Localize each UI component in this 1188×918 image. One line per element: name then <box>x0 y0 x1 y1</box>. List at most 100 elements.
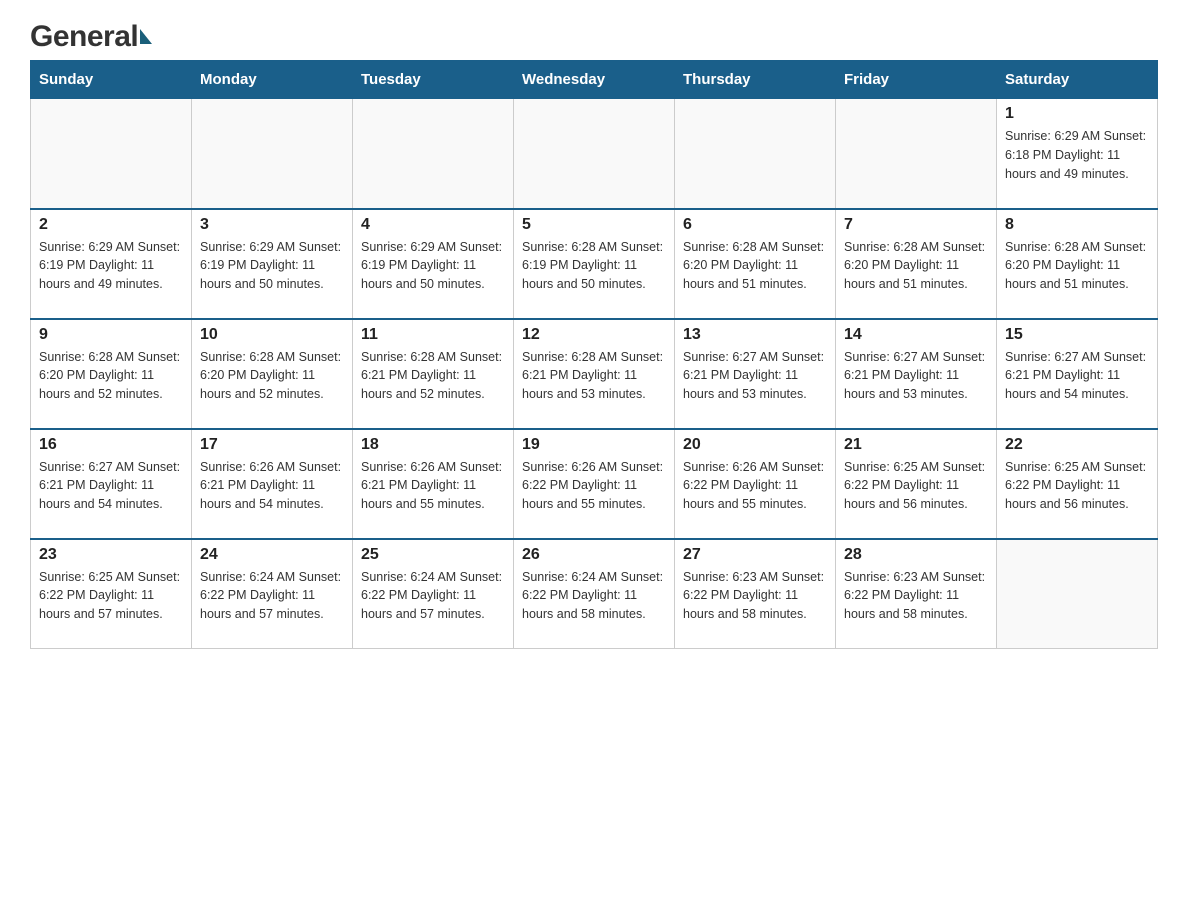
calendar-row: 16 Sunrise: 6:27 AM Sunset: 6:21 PM Dayli… <box>31 429 1158 539</box>
calendar-cell: 1 Sunrise: 6:29 AM Sunset: 6:18 PM Daylig… <box>997 99 1158 209</box>
day-info: Sunrise: 6:24 AM Sunset: 6:22 PM Dayligh… <box>522 568 666 624</box>
day-number: 1 <box>1005 105 1149 123</box>
calendar-row: 1 Sunrise: 6:29 AM Sunset: 6:18 PM Daylig… <box>31 99 1158 209</box>
calendar-cell: 8 Sunrise: 6:28 AM Sunset: 6:20 PM Daylig… <box>997 209 1158 319</box>
day-info: Sunrise: 6:27 AM Sunset: 6:21 PM Dayligh… <box>1005 348 1149 404</box>
calendar-cell: 6 Sunrise: 6:28 AM Sunset: 6:20 PM Daylig… <box>675 209 836 319</box>
day-info: Sunrise: 6:27 AM Sunset: 6:21 PM Dayligh… <box>683 348 827 404</box>
calendar-cell <box>31 99 192 209</box>
calendar-cell: 11 Sunrise: 6:28 AM Sunset: 6:21 PM Dayli… <box>353 319 514 429</box>
calendar-cell <box>997 539 1158 649</box>
day-info: Sunrise: 6:25 AM Sunset: 6:22 PM Dayligh… <box>1005 458 1149 514</box>
calendar-cell: 17 Sunrise: 6:26 AM Sunset: 6:21 PM Dayli… <box>192 429 353 539</box>
day-info: Sunrise: 6:28 AM Sunset: 6:20 PM Dayligh… <box>1005 238 1149 294</box>
day-info: Sunrise: 6:29 AM Sunset: 6:19 PM Dayligh… <box>200 238 344 294</box>
day-number: 20 <box>683 436 827 454</box>
calendar-cell: 27 Sunrise: 6:23 AM Sunset: 6:22 PM Dayli… <box>675 539 836 649</box>
calendar-cell: 21 Sunrise: 6:25 AM Sunset: 6:22 PM Dayli… <box>836 429 997 539</box>
calendar-cell <box>514 99 675 209</box>
calendar-cell: 13 Sunrise: 6:27 AM Sunset: 6:21 PM Dayli… <box>675 319 836 429</box>
day-number: 11 <box>361 326 505 344</box>
calendar-cell <box>192 99 353 209</box>
col-monday: Monday <box>192 61 353 99</box>
day-number: 18 <box>361 436 505 454</box>
calendar-cell: 18 Sunrise: 6:26 AM Sunset: 6:21 PM Dayli… <box>353 429 514 539</box>
calendar-row: 23 Sunrise: 6:25 AM Sunset: 6:22 PM Dayli… <box>31 539 1158 649</box>
calendar-cell <box>675 99 836 209</box>
col-wednesday: Wednesday <box>514 61 675 99</box>
day-number: 27 <box>683 546 827 564</box>
day-info: Sunrise: 6:28 AM Sunset: 6:20 PM Dayligh… <box>683 238 827 294</box>
day-info: Sunrise: 6:27 AM Sunset: 6:21 PM Dayligh… <box>39 458 183 514</box>
calendar-cell: 2 Sunrise: 6:29 AM Sunset: 6:19 PM Daylig… <box>31 209 192 319</box>
calendar-cell: 16 Sunrise: 6:27 AM Sunset: 6:21 PM Dayli… <box>31 429 192 539</box>
day-number: 4 <box>361 216 505 234</box>
day-info: Sunrise: 6:24 AM Sunset: 6:22 PM Dayligh… <box>361 568 505 624</box>
day-number: 26 <box>522 546 666 564</box>
day-number: 23 <box>39 546 183 564</box>
day-info: Sunrise: 6:28 AM Sunset: 6:21 PM Dayligh… <box>361 348 505 404</box>
calendar-cell: 14Sunrise: 6:27 AM Sunset: 6:21 PM Dayli… <box>836 319 997 429</box>
day-info: Sunrise: 6:28 AM Sunset: 6:21 PM Dayligh… <box>522 348 666 404</box>
day-number: 9 <box>39 326 183 344</box>
calendar-cell <box>353 99 514 209</box>
day-info: Sunrise: 6:29 AM Sunset: 6:19 PM Dayligh… <box>361 238 505 294</box>
calendar-cell: 15 Sunrise: 6:27 AM Sunset: 6:21 PM Dayli… <box>997 319 1158 429</box>
day-info: Sunrise: 6:26 AM Sunset: 6:22 PM Dayligh… <box>522 458 666 514</box>
day-number: 19 <box>522 436 666 454</box>
calendar-cell: 9 Sunrise: 6:28 AM Sunset: 6:20 PM Daylig… <box>31 319 192 429</box>
day-number: 24 <box>200 546 344 564</box>
day-info: Sunrise: 6:26 AM Sunset: 6:21 PM Dayligh… <box>200 458 344 514</box>
col-friday: Friday <box>836 61 997 99</box>
day-info: Sunrise: 6:26 AM Sunset: 6:21 PM Dayligh… <box>361 458 505 514</box>
page-header: General <box>30 20 1158 50</box>
day-number: 6 <box>683 216 827 234</box>
calendar-cell: 7 Sunrise: 6:28 AM Sunset: 6:20 PM Daylig… <box>836 209 997 319</box>
col-tuesday: Tuesday <box>353 61 514 99</box>
col-sunday: Sunday <box>31 61 192 99</box>
day-info: Sunrise: 6:27 AM Sunset: 6:21 PM Dayligh… <box>844 348 988 404</box>
calendar-table: Sunday Monday Tuesday Wednesday Thursday… <box>30 60 1158 649</box>
day-number: 13 <box>683 326 827 344</box>
calendar-cell: 26 Sunrise: 6:24 AM Sunset: 6:22 PM Dayli… <box>514 539 675 649</box>
day-info: Sunrise: 6:28 AM Sunset: 6:19 PM Dayligh… <box>522 238 666 294</box>
calendar-cell: 10 Sunrise: 6:28 AM Sunset: 6:20 PM Dayli… <box>192 319 353 429</box>
day-number: 21 <box>844 436 988 454</box>
day-number: 8 <box>1005 216 1149 234</box>
day-number: 7 <box>844 216 988 234</box>
day-info: Sunrise: 6:26 AM Sunset: 6:22 PM Dayligh… <box>683 458 827 514</box>
day-number: 15 <box>1005 326 1149 344</box>
day-info: Sunrise: 6:25 AM Sunset: 6:22 PM Dayligh… <box>39 568 183 624</box>
day-number: 22 <box>1005 436 1149 454</box>
calendar-row: 9 Sunrise: 6:28 AM Sunset: 6:20 PM Daylig… <box>31 319 1158 429</box>
calendar-cell: 3Sunrise: 6:29 AM Sunset: 6:19 PM Daylig… <box>192 209 353 319</box>
col-thursday: Thursday <box>675 61 836 99</box>
calendar-cell: 22 Sunrise: 6:25 AM Sunset: 6:22 PM Dayli… <box>997 429 1158 539</box>
logo: General <box>30 20 152 50</box>
day-number: 10 <box>200 326 344 344</box>
calendar-row: 2 Sunrise: 6:29 AM Sunset: 6:19 PM Daylig… <box>31 209 1158 319</box>
calendar-cell: 4 Sunrise: 6:29 AM Sunset: 6:19 PM Daylig… <box>353 209 514 319</box>
calendar-cell: 12Sunrise: 6:28 AM Sunset: 6:21 PM Dayli… <box>514 319 675 429</box>
day-number: 17 <box>200 436 344 454</box>
day-info: Sunrise: 6:28 AM Sunset: 6:20 PM Dayligh… <box>39 348 183 404</box>
day-number: 2 <box>39 216 183 234</box>
day-number: 16 <box>39 436 183 454</box>
calendar-cell: 25 Sunrise: 6:24 AM Sunset: 6:22 PM Dayli… <box>353 539 514 649</box>
calendar-cell: 28 Sunrise: 6:23 AM Sunset: 6:22 PM Dayli… <box>836 539 997 649</box>
day-info: Sunrise: 6:23 AM Sunset: 6:22 PM Dayligh… <box>683 568 827 624</box>
calendar-cell: 20 Sunrise: 6:26 AM Sunset: 6:22 PM Dayli… <box>675 429 836 539</box>
day-info: Sunrise: 6:25 AM Sunset: 6:22 PM Dayligh… <box>844 458 988 514</box>
day-info: Sunrise: 6:28 AM Sunset: 6:20 PM Dayligh… <box>200 348 344 404</box>
day-info: Sunrise: 6:29 AM Sunset: 6:19 PM Dayligh… <box>39 238 183 294</box>
day-info: Sunrise: 6:29 AM Sunset: 6:18 PM Dayligh… <box>1005 127 1149 183</box>
day-info: Sunrise: 6:28 AM Sunset: 6:20 PM Dayligh… <box>844 238 988 294</box>
calendar-header-row: Sunday Monday Tuesday Wednesday Thursday… <box>31 61 1158 99</box>
day-info: Sunrise: 6:23 AM Sunset: 6:22 PM Dayligh… <box>844 568 988 624</box>
logo-general-text: General <box>30 20 152 54</box>
calendar-cell: 5Sunrise: 6:28 AM Sunset: 6:19 PM Daylig… <box>514 209 675 319</box>
calendar-cell <box>836 99 997 209</box>
calendar-cell: 24Sunrise: 6:24 AM Sunset: 6:22 PM Dayli… <box>192 539 353 649</box>
day-number: 28 <box>844 546 988 564</box>
day-number: 25 <box>361 546 505 564</box>
